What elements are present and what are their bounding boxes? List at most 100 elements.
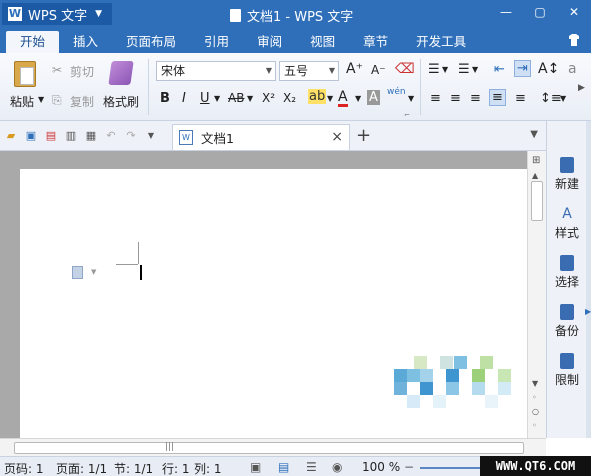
subscript-button[interactable]: X₂ [283, 91, 296, 105]
chevron-down-icon[interactable]: ▼ [38, 95, 44, 104]
vertical-scrollbar[interactable]: ⊞ ▲ ▼ ◦ ○ ◦ [527, 151, 546, 438]
tab-list-menu-icon[interactable]: ▼ [530, 129, 538, 140]
scroll-up-icon[interactable]: ▲ [532, 171, 538, 180]
font-color-button[interactable]: A [338, 90, 348, 107]
align-left-icon[interactable]: ≡ [430, 91, 441, 106]
chevron-down-icon[interactable]: ▼ [355, 94, 361, 103]
italic-button[interactable]: I [182, 91, 186, 106]
chevron-down-icon[interactable]: ▼ [408, 94, 414, 103]
strikethrough-button[interactable]: AB [228, 91, 244, 105]
split-view-icon[interactable]: ⊞ [532, 155, 540, 166]
paste-button[interactable]: 粘贴 [10, 93, 34, 110]
tab-review[interactable]: 审阅 [243, 31, 296, 53]
tab-home[interactable]: 开始 [6, 31, 60, 53]
previous-page-icon[interactable]: ◦ [532, 393, 537, 402]
ribbon-scroll-right-icon[interactable]: ▶ [578, 83, 585, 93]
phonetic-guide-button[interactable]: wén [387, 87, 406, 97]
zoom-out-icon[interactable]: − [404, 460, 414, 474]
line-spacing-icon[interactable]: ↕≡ [540, 91, 562, 106]
chevron-down-icon[interactable]: ▼ [247, 94, 253, 103]
numbered-list-icon[interactable]: ☰ [458, 62, 470, 77]
status-page-number[interactable]: 页码: 1 [4, 460, 44, 476]
grow-font-button[interactable]: A⁺ [346, 61, 363, 77]
justify-icon[interactable]: ≡ [489, 89, 506, 106]
chevron-down-icon[interactable]: ▼ [327, 94, 333, 103]
next-page-icon[interactable]: ◦ [532, 421, 537, 430]
clear-format-icon[interactable]: ⌫ [395, 61, 415, 77]
open-folder-icon[interactable]: ▰ [4, 129, 18, 143]
horizontal-scroll-thumb[interactable]: ||| [14, 442, 524, 454]
superscript-button[interactable]: X² [262, 91, 275, 105]
font-dialog-launcher-icon[interactable]: ⌐ [404, 111, 410, 119]
cut-button[interactable]: 剪切 [70, 63, 94, 80]
text-direction-icon[interactable]: A↕ [538, 61, 559, 77]
document-tab[interactable]: W 文档1 × [172, 124, 350, 150]
close-tab-button[interactable]: × [331, 129, 343, 145]
copy-button[interactable]: 复制 [70, 93, 94, 110]
restore-button[interactable]: ▢ [531, 5, 549, 19]
highlight-icon[interactable]: ab [308, 89, 327, 104]
format-painter-icon[interactable] [108, 61, 134, 85]
distributed-align-icon[interactable]: ≡ [515, 91, 526, 106]
select-browse-object-icon[interactable]: ○ [532, 407, 539, 416]
print-preview-icon[interactable]: ▦ [84, 129, 98, 143]
tab-insert[interactable]: 插入 [59, 31, 112, 53]
increase-indent-icon[interactable]: ⇥ [514, 60, 531, 77]
tab-page-layout[interactable]: 页面布局 [112, 31, 190, 53]
task-pane-styles[interactable]: A 样式 [547, 206, 587, 241]
status-pages[interactable]: 页面: 1/1 [56, 460, 107, 476]
char-shading-button[interactable]: A [367, 90, 380, 105]
close-button[interactable]: ✕ [565, 5, 583, 19]
skin-icon[interactable] [567, 33, 581, 47]
bold-button[interactable]: B [160, 91, 170, 106]
web-view-icon[interactable]: ◉ [332, 460, 342, 474]
scroll-down-icon[interactable]: ▼ [532, 379, 538, 388]
zoom-slider[interactable] [420, 467, 480, 469]
underline-button[interactable]: U [200, 91, 210, 106]
chevron-down-icon[interactable]: ▼ [214, 94, 220, 103]
decrease-indent-icon[interactable]: ⇤ [494, 62, 505, 77]
task-pane-select[interactable]: 选择 [547, 255, 587, 290]
paste-icon[interactable] [14, 61, 36, 87]
align-right-icon[interactable]: ≡ [470, 91, 481, 106]
chevron-down-icon[interactable]: ▼ [442, 65, 448, 74]
tab-view[interactable]: 视图 [296, 31, 349, 53]
chevron-down-icon[interactable]: ▼ [560, 94, 566, 103]
bullet-list-icon[interactable]: ☰ [428, 62, 440, 77]
tab-section[interactable]: 章节 [349, 31, 402, 53]
align-center-icon[interactable]: ≡ [450, 91, 461, 106]
save-icon[interactable]: ▣ [24, 129, 38, 143]
chevron-down-icon[interactable]: ▼ [91, 268, 96, 276]
export-pdf-icon[interactable]: ▤ [44, 129, 58, 143]
status-section[interactable]: 节: 1/1 [114, 460, 153, 476]
horizontal-scrollbar[interactable]: ||| [0, 438, 546, 456]
task-pane-backup[interactable]: 备份 [547, 304, 587, 339]
redo-icon[interactable]: ↷ [124, 129, 138, 143]
shrink-font-button[interactable]: A⁻ [371, 63, 386, 77]
print-icon[interactable]: ▥ [64, 129, 78, 143]
app-menu-button[interactable]: W WPS 文字 ▼ [2, 3, 112, 25]
paragraph-layout-icon[interactable] [72, 266, 83, 279]
new-tab-button[interactable]: + [356, 125, 371, 146]
status-row[interactable]: 行: 1 [162, 460, 190, 476]
status-column[interactable]: 列: 1 [194, 460, 222, 476]
tab-developer[interactable]: 开发工具 [402, 31, 480, 53]
task-pane-new[interactable]: 新建 [547, 157, 587, 192]
customize-dropdown-icon[interactable]: ▼ [144, 129, 158, 143]
page-view-icon[interactable]: ▤ [278, 460, 289, 474]
vertical-scroll-thumb[interactable] [531, 181, 543, 221]
font-name-select[interactable]: 宋体 ▼ [156, 61, 276, 81]
expand-pane-icon[interactable]: ▶ [585, 307, 591, 316]
undo-icon[interactable]: ↶ [104, 129, 118, 143]
tab-references[interactable]: 引用 [190, 31, 243, 53]
zoom-level[interactable]: 100 % [362, 460, 400, 474]
more-icon[interactable]: a [568, 61, 577, 77]
task-pane-restrict[interactable]: 限制 [547, 353, 587, 388]
format-painter-button[interactable]: 格式刷 [103, 93, 139, 110]
minimize-button[interactable]: — [497, 5, 515, 19]
chevron-down-icon[interactable]: ▼ [472, 65, 478, 74]
quick-access-icons: ▰ ▣ ▤ ▥ ▦ ↶ ↷ ▼ [4, 129, 158, 143]
full-screen-icon[interactable]: ▣ [250, 460, 261, 474]
font-size-select[interactable]: 五号 ▼ [279, 61, 339, 81]
outline-view-icon[interactable]: ☰ [306, 460, 317, 474]
